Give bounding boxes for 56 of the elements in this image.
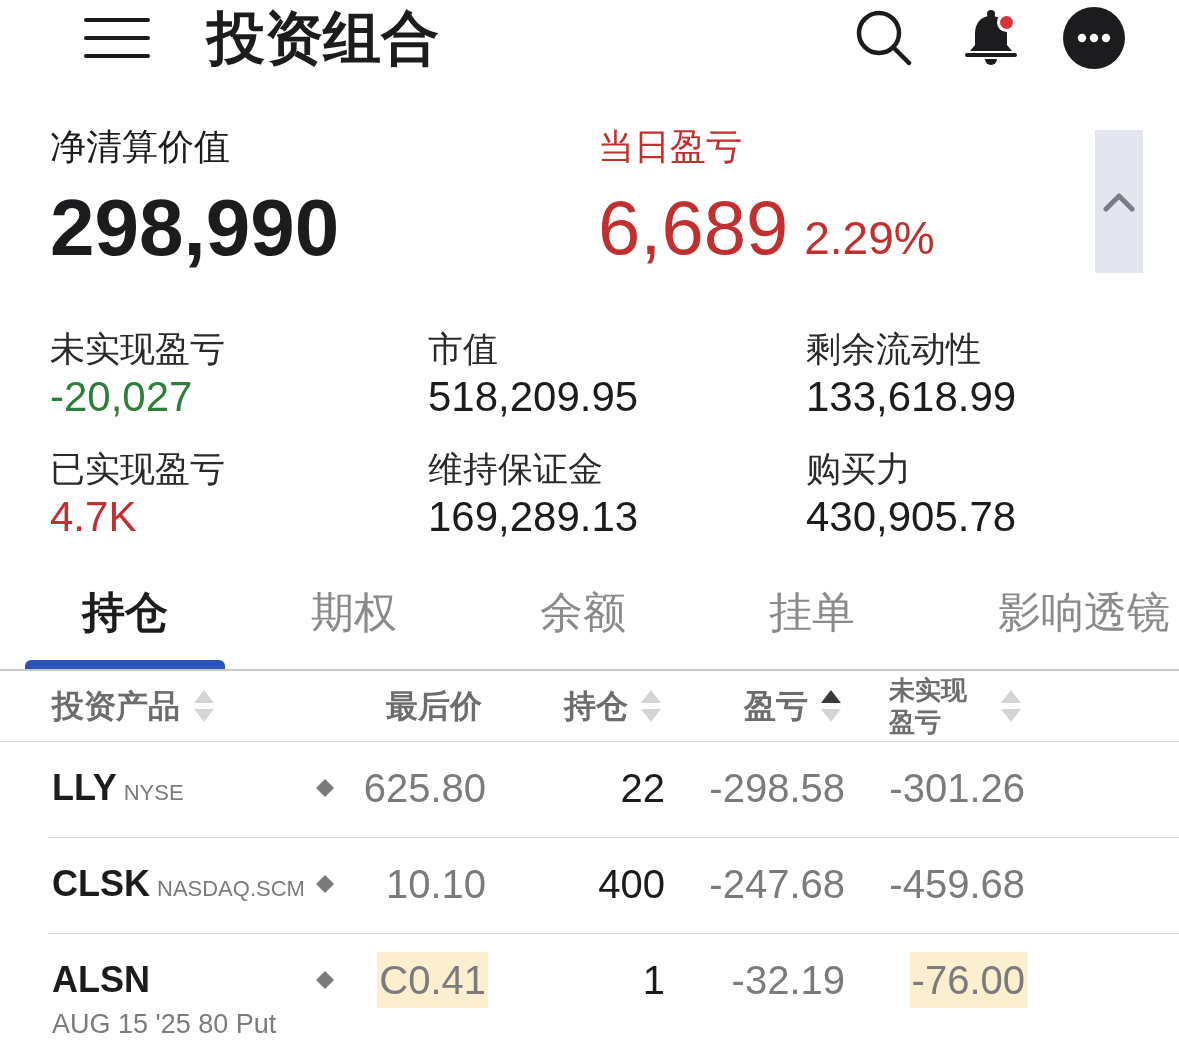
net-liquidation-label: 净清算价值 [50,125,231,169]
metric-label: 市值 [428,328,498,370]
metric-label: 剩余流动性 [806,328,981,370]
menu-icon[interactable] [84,18,150,58]
column-header[interactable]: 投资产品 [52,686,180,726]
metric-value: 430,905.78 [806,492,1017,542]
net-liquidation-value: 298,990 [50,182,341,274]
collapse-button[interactable] [1095,130,1143,273]
exchange-name: NYSE [123,779,184,807]
position-quantity: 1 [641,957,666,1004]
tab[interactable]: 影响透镜 [941,558,1179,669]
more-icon[interactable] [1063,7,1125,69]
metric-value: -20,027 [50,372,193,422]
pnl-value: -32.19 [730,957,846,1004]
position-quantity: 400 [597,861,666,908]
pnl-value: -298.58 [708,765,846,812]
pnl-value: -247.68 [708,861,846,908]
last-price: 10.10 [384,861,487,908]
tab[interactable]: 挂单 [712,558,912,669]
metric-label: 维持保证金 [428,448,603,490]
metric-label: 已实现盈亏 [50,448,225,490]
ticker-symbol: CLSK [52,862,150,906]
daily-pnl-label: 当日盈亏 [598,125,743,169]
column-header[interactable]: 盈亏 [744,686,808,726]
column-header[interactable]: 持仓 [564,686,628,726]
search-icon[interactable] [856,10,912,66]
metric-label: 未实现盈亏 [50,328,225,370]
diamond-icon [316,779,334,797]
diamond-icon [316,971,334,989]
page-title: 投资组合 [207,4,439,72]
metric-value: 4.7K [50,492,137,542]
diamond-icon [316,875,334,893]
metric-value: 133,618.99 [806,372,1017,422]
metric-label: 购买力 [806,448,911,490]
metric-value: 169,289.13 [428,492,639,542]
tab[interactable]: 持仓 [25,558,225,669]
exchange-name: NASDAQ.SCM [157,875,305,903]
unrealized-pnl-value: -301.26 [888,765,1026,812]
last-price: 625.80 [362,765,487,812]
last-price: C0.41 [377,952,488,1008]
column-header[interactable]: 最后价 [386,686,482,726]
tab[interactable]: 余额 [483,558,683,669]
column-header[interactable]: 未实现盈亏 [889,674,969,738]
ticker-symbol: ALSN [52,958,150,1002]
daily-pnl-value: 6,689 [598,184,789,272]
unrealized-pnl-value: -459.68 [888,861,1026,908]
metric-value: 518,209.95 [428,372,639,422]
daily-pnl-percent: 2.29% [804,211,935,266]
ticker-symbol: LLY [52,766,117,810]
bell-icon[interactable] [964,9,1018,67]
tab[interactable]: 期权 [254,558,454,669]
contract-description: AUG 15 '25 80 Put [52,1008,278,1040]
position-quantity: 22 [619,765,666,812]
chevron-up-icon [1103,191,1135,212]
sort-icon[interactable] [821,689,841,723]
unrealized-pnl-value: -76.00 [909,952,1027,1008]
